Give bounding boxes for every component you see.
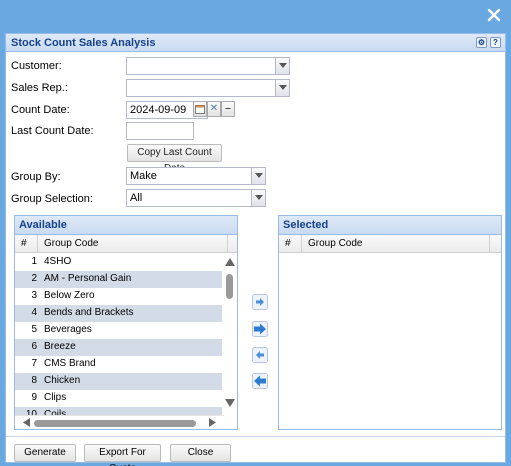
column-separator	[227, 235, 228, 252]
scroll-right-icon[interactable]	[209, 418, 216, 427]
group-code: CMS Brand	[44, 358, 96, 369]
column-number-header[interactable]: #	[21, 238, 27, 249]
copy-last-count-date-button[interactable]: Copy Last Count Date	[127, 144, 222, 174]
group-code: Clips	[44, 392, 67, 403]
clear-date-icon[interactable]: ✕	[207, 101, 221, 117]
calendar-icon[interactable]	[193, 101, 207, 117]
available-grid-title: Available	[15, 216, 237, 235]
row-number: 7	[31, 358, 37, 369]
sales-rep-combo[interactable]	[126, 79, 290, 97]
group-selection-combo[interactable]: All	[126, 189, 266, 207]
sales-analysis-dialog: Stock Count Sales Analysis ⚙ ? Customer:…	[5, 33, 506, 466]
chevron-down-icon[interactable]	[275, 80, 289, 96]
scroll-up-icon[interactable]	[225, 258, 235, 266]
scroll-left-icon[interactable]	[23, 418, 30, 427]
list-item[interactable]: 7 CMS Brand	[15, 356, 222, 373]
group-selection-value: All	[130, 192, 143, 204]
move-all-left-icon[interactable]	[252, 373, 268, 389]
group-by-combo[interactable]: Make	[126, 167, 266, 185]
list-item[interactable]: 1 4SHO	[15, 254, 222, 271]
gear-icon[interactable]: ⚙	[476, 37, 487, 48]
row-number: 3	[31, 290, 37, 301]
last-count-date-field[interactable]	[126, 122, 194, 140]
move-right-icon[interactable]	[252, 294, 268, 310]
group-code: Below Zero	[44, 290, 95, 301]
column-separator	[489, 235, 490, 252]
row-number: 9	[31, 392, 37, 403]
row-number: 2	[31, 273, 37, 284]
count-date-value: 2024-09-09	[130, 104, 187, 116]
group-code: Bends and Brackets	[44, 307, 134, 318]
last-count-date-label: Last Count Date:	[11, 125, 94, 137]
list-item[interactable]: 4 Bends and Brackets	[15, 305, 222, 322]
generate-button[interactable]: Generate	[14, 444, 76, 462]
group-by-label: Group By:	[11, 171, 61, 183]
selected-grid: Selected # Group Code	[278, 215, 502, 430]
list-item[interactable]: 3 Below Zero	[15, 288, 222, 305]
export-for-quote-button[interactable]: Export For Quote	[84, 444, 161, 466]
row-number: 8	[31, 375, 37, 386]
count-date-label: Count Date:	[11, 104, 70, 116]
available-grid: Available # Group Code 1 4SHO 2 AM - Perso…	[14, 215, 238, 430]
group-by-value: Make	[130, 170, 157, 182]
customer-combo[interactable]	[126, 57, 290, 75]
sales-rep-label: Sales Rep.:	[11, 82, 68, 94]
scroll-down-icon[interactable]	[225, 399, 235, 407]
list-item[interactable]: 6 Breeze	[15, 339, 222, 356]
list-item[interactable]: 5 Beverages	[15, 322, 222, 339]
list-item[interactable]: 2 AM - Personal Gain	[15, 271, 222, 288]
column-number-header[interactable]: #	[285, 238, 291, 249]
column-separator	[37, 235, 38, 252]
group-code: 4SHO	[44, 256, 72, 267]
available-grid-header: # Group Code	[15, 235, 237, 253]
group-code: AM - Personal Gain	[44, 273, 132, 284]
close-window-icon[interactable]	[487, 8, 501, 22]
dialog-title: Stock Count Sales Analysis	[11, 37, 156, 49]
chevron-down-icon[interactable]	[251, 168, 265, 184]
horizontal-scroll-thumb[interactable]	[34, 420, 196, 427]
remove-date-icon[interactable]: –	[221, 101, 235, 117]
move-all-right-icon[interactable]	[252, 321, 268, 337]
column-group-code-header[interactable]: Group Code	[308, 238, 362, 249]
chevron-down-icon[interactable]	[275, 58, 289, 74]
group-code: Beverages	[44, 324, 92, 335]
group-code: Breeze	[44, 341, 76, 352]
selected-grid-title: Selected	[279, 216, 501, 235]
column-separator	[301, 235, 302, 252]
group-code: Chicken	[44, 375, 81, 386]
list-item[interactable]: 8 Chicken	[15, 373, 222, 390]
footer-divider	[6, 436, 505, 437]
row-number: 6	[31, 341, 37, 352]
row-number: 4	[31, 307, 37, 318]
row-number: 5	[31, 324, 37, 335]
horizontal-scrollbar[interactable]	[15, 415, 224, 429]
dialog-header: Stock Count Sales Analysis ⚙ ?	[6, 34, 505, 52]
chevron-down-icon[interactable]	[251, 190, 265, 206]
customer-label: Customer:	[11, 60, 62, 72]
selected-grid-header: # Group Code	[279, 235, 501, 253]
help-icon[interactable]: ?	[490, 37, 501, 48]
group-selection-label: Group Selection:	[11, 193, 93, 205]
list-item[interactable]: 9 Clips	[15, 390, 222, 407]
row-number: 1	[31, 256, 37, 267]
vertical-scroll-thumb[interactable]	[226, 274, 233, 299]
close-button[interactable]: Close	[170, 444, 231, 462]
move-left-icon[interactable]	[252, 347, 268, 363]
column-group-code-header[interactable]: Group Code	[44, 238, 98, 249]
vertical-scrollbar[interactable]	[224, 254, 236, 414]
